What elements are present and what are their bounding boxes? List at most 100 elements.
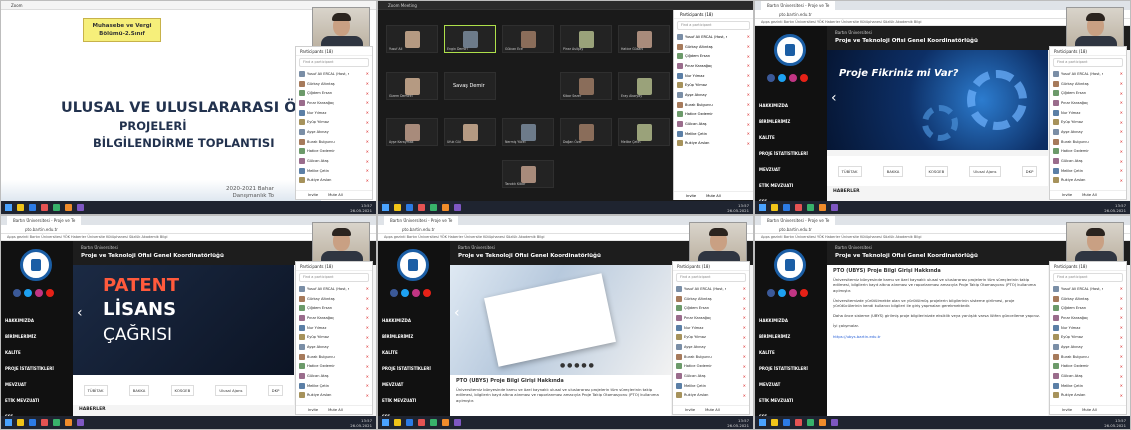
participant-row[interactable]: Gülcan Ataş ✕ [674,119,753,129]
mic-muted-icon[interactable]: ✕ [366,81,369,86]
menu-item[interactable]: BİRİMLERİMİZ [759,329,808,345]
invite-button[interactable]: Invite [685,408,695,412]
taskbar-app-icon[interactable] [406,419,413,426]
mic-muted-icon[interactable]: ✕ [1120,159,1123,164]
menu-item[interactable]: BİRİMLERİMİZ [382,329,431,345]
windows-start-icon[interactable] [5,419,12,426]
participant-search-input[interactable]: Find a participant [676,273,746,282]
mic-muted-icon[interactable]: ✕ [743,296,746,301]
mic-muted-icon[interactable]: ✕ [366,71,369,76]
participant-row[interactable]: Rukiye Arslan ✕ [296,176,372,186]
participant-row[interactable]: Eyüp Yılmaz ✕ [1050,117,1126,127]
mute-all-button[interactable]: Mute All [1082,193,1097,197]
mic-muted-icon[interactable]: ✕ [1120,374,1123,379]
taskbar-app-icon[interactable] [29,419,36,426]
video-tile[interactable]: Gülcan Ece [502,25,554,53]
youtube-icon[interactable] [800,74,808,82]
menu-item[interactable]: KALİTE [759,130,808,146]
participant-row[interactable]: Gülcan Ataş ✕ [1050,156,1126,166]
invite-button[interactable]: Invite [1062,193,1072,197]
mic-muted-icon[interactable]: ✕ [747,63,750,68]
video-tile[interactable]: Yusuf Ali [386,25,438,53]
mic-muted-icon[interactable]: ✕ [366,129,369,134]
slider-prev-icon[interactable]: ‹ [454,305,460,321]
participant-row[interactable]: Ayşe Akınay ✕ [674,90,753,100]
mic-muted-icon[interactable]: ✕ [743,354,746,359]
taskbar-app-icon[interactable] [795,419,802,426]
mic-muted-icon[interactable]: ✕ [743,374,746,379]
sponsor-logo[interactable]: DKP [1021,165,1038,177]
instagram-icon[interactable] [412,289,420,297]
participant-row[interactable]: Melike Çetin ✕ [296,381,372,391]
participant-row[interactable]: Eyüp Yılmaz ✕ [673,332,749,342]
taskbar-app-icon[interactable] [442,419,449,426]
participant-row[interactable]: Yusuf Ali ERCAL (Host, me) ✕ [673,284,749,294]
participant-row[interactable]: Burak Bulgurcu ✕ [296,352,372,362]
taskbar-app-icon[interactable] [819,204,826,211]
participant-row[interactable]: Çiğdem Ersan ✕ [1050,88,1126,98]
mic-muted-icon[interactable]: ✕ [747,83,750,88]
mic-muted-icon[interactable]: ✕ [1120,149,1123,154]
taskbar-app-icon[interactable] [41,419,48,426]
participant-row[interactable]: Yusuf Ali ERCAL (Host, me) ✕ [1050,284,1126,294]
participant-row[interactable]: Pınar Karaağaç ✕ [673,313,749,323]
facebook-icon[interactable] [767,74,775,82]
mic-muted-icon[interactable]: ✕ [366,110,369,115]
mic-muted-icon[interactable]: ✕ [366,364,369,369]
hero-slider[interactable]: PATENT LİSANS ÇAĞRISI ‹ [73,265,294,375]
mute-all-button[interactable]: Mute All [705,408,720,412]
participant-row[interactable]: Burak Bulgurcu ✕ [673,352,749,362]
sponsor-logo[interactable]: Ulusal Ajans [969,165,1001,177]
self-video[interactable] [1066,222,1124,263]
menu-item[interactable]: ETİK MEVZUATI [382,393,431,409]
video-tile[interactable]: Engin Demirl [444,25,496,53]
invite-button[interactable]: Invite [686,194,696,198]
taskbar-app-icon[interactable] [454,204,461,211]
sponsor-logo[interactable]: KOSGEB [924,165,949,177]
participant-row[interactable]: Melike Çetin ✕ [674,129,753,139]
taskbar-app-icon[interactable] [430,204,437,211]
participant-search-input[interactable]: Find a participant [1053,58,1123,67]
twitter-icon[interactable] [24,289,32,297]
video-tile[interactable]: Kibar Sezer [560,72,612,100]
participant-row[interactable]: Eyüp Yılmaz ✕ [1050,332,1126,342]
mic-muted-icon[interactable]: ✕ [1120,354,1123,359]
participant-row[interactable]: Nur Yılmaz ✕ [1050,108,1126,118]
mic-muted-icon[interactable]: ✕ [366,120,369,125]
self-video[interactable] [689,222,747,263]
participant-row[interactable]: Çiğdem Ersan ✕ [1050,303,1126,313]
taskbar-app-icon[interactable] [53,204,60,211]
facebook-icon[interactable] [767,289,775,297]
windows-start-icon[interactable] [759,204,766,211]
self-video[interactable] [312,7,370,48]
mic-muted-icon[interactable]: ✕ [747,44,750,49]
taskbar-clock[interactable]: 13:57 26.05.2021 [1104,418,1126,428]
menu-item[interactable]: HAKKIMIZDA [382,313,431,329]
participant-row[interactable]: Hatice Özdemir ✕ [296,147,372,157]
mic-muted-icon[interactable]: ✕ [1120,81,1123,86]
video-tile[interactable]: Gizem Demirel [386,72,438,100]
mic-muted-icon[interactable]: ✕ [1120,100,1123,105]
mic-muted-icon[interactable]: ✕ [366,139,369,144]
windows-start-icon[interactable] [5,204,12,211]
participant-row[interactable]: Nur Yılmaz ✕ [296,108,372,118]
mic-muted-icon[interactable]: ✕ [1120,168,1123,173]
slider-dots[interactable]: ● ● ● ● ● [560,362,594,369]
taskbar-clock[interactable]: 13:57 26.05.2021 [350,203,372,213]
invite-button[interactable]: Invite [1062,408,1072,412]
browser-tab[interactable]: Bartın Üniversitesi - Proje ve Te [7,216,82,225]
video-tile[interactable]: Ufuk Gül [444,118,496,146]
twitter-icon[interactable] [401,289,409,297]
taskbar-app-icon[interactable] [29,204,36,211]
menu-item[interactable]: KALİTE [759,345,808,361]
participant-row[interactable]: Burak Bulgurcu ✕ [1050,352,1126,362]
participant-row[interactable]: Hatice Özdemir ✕ [673,362,749,372]
browser-tab[interactable]: Bartın Üniversitesi - Proje ve Te [384,216,459,225]
mute-all-button[interactable]: Mute All [1082,408,1097,412]
taskbar-app-icon[interactable] [430,419,437,426]
windows-start-icon[interactable] [759,419,766,426]
taskbar-app-icon[interactable] [394,204,401,211]
invite-button[interactable]: Invite [308,193,318,197]
participant-row[interactable]: Nur Yılmaz ✕ [674,71,753,81]
mic-muted-icon[interactable]: ✕ [1120,178,1123,183]
